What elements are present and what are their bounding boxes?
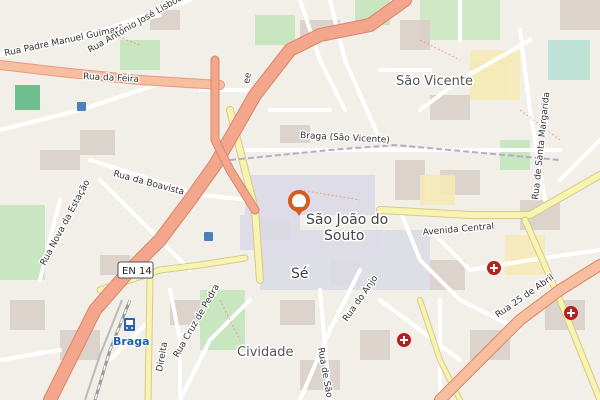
railway-station-icon[interactable] [124,318,135,331]
road-shield-en14[interactable]: EN 14 [117,261,154,279]
hospital-icon[interactable] [564,306,578,320]
map-canvas[interactable]: São Vicente São João do Souto Sé Cividad… [0,0,600,400]
location-marker-icon[interactable] [288,190,310,216]
parking-icon[interactable] [77,102,86,111]
hospital-icon[interactable] [397,333,411,347]
parking-icon[interactable] [204,232,213,241]
hospital-icon[interactable] [487,261,501,275]
map-overlays: EN 14 [77,102,578,347]
road-shield-label: EN 14 [122,266,152,277]
